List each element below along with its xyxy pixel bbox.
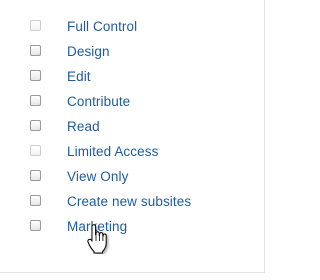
checkbox-edit[interactable] [30,70,41,81]
permission-item-limited-access: Limited Access [30,139,191,164]
permission-label-view-only: View Only [67,169,129,184]
permission-item-design: Design [30,39,191,64]
permission-label-limited-access: Limited Access [67,144,159,159]
checkbox-contribute[interactable] [30,95,41,106]
permission-label-edit: Edit [67,69,91,84]
permission-item-read: Read [30,114,191,139]
checkbox-full-control [30,20,41,31]
permission-levels-panel: Full Control Design Edit Contribute Read… [0,0,265,273]
checkbox-create-new-subsites[interactable] [30,195,41,206]
permission-item-contribute: Contribute [30,89,191,114]
hand-pointer-icon [87,224,107,254]
permission-item-create-new-subsites: Create new subsites [30,189,191,214]
checkbox-limited-access [30,145,41,156]
permission-label-full-control: Full Control [67,19,138,34]
permission-label-design: Design [67,44,110,59]
permission-item-view-only: View Only [30,164,191,189]
permission-list: Full Control Design Edit Contribute Read… [30,14,191,239]
checkbox-view-only[interactable] [30,170,41,181]
permission-item-full-control: Full Control [30,14,191,39]
permission-label-create-new-subsites: Create new subsites [67,194,192,209]
permission-label-read: Read [67,119,100,134]
checkbox-read[interactable] [30,120,41,131]
permission-item-edit: Edit [30,64,191,89]
checkbox-marketing[interactable] [30,220,41,231]
checkbox-design[interactable] [30,45,41,56]
permission-label-contribute: Contribute [67,94,131,109]
permission-item-marketing: Marketing [30,214,191,239]
